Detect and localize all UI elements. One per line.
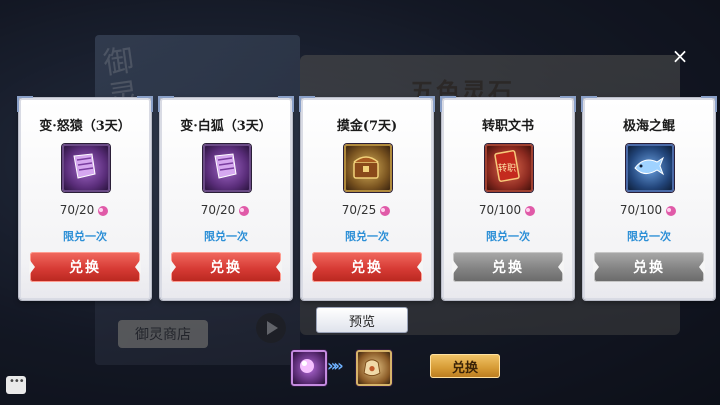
card-title: 转职文书 [481, 119, 534, 134]
exchange-button[interactable]: 兑换 [311, 252, 423, 282]
gem-icon [380, 205, 391, 216]
card-count: 70/100 [585, 203, 713, 217]
exchange-card-nuyuan: 变·怒猿（3天） 70/20 限兑一次 兑换 [17, 96, 153, 300]
gem-icon [666, 205, 677, 216]
close-button[interactable]: × [668, 44, 692, 68]
exchange-card-jihaizhikun: 极海之鲲 70/100 限兑一次 兑换 [581, 96, 717, 300]
job-change-document-icon[interactable]: 转职 [485, 144, 533, 192]
limit-text: 限兑一次 [486, 230, 530, 243]
pouch-icon[interactable] [356, 350, 392, 386]
card-title: 变·怒猿（3天） [39, 119, 131, 134]
chat-icon[interactable] [6, 376, 26, 394]
exchange-card-baihu: 变·白狐（3天） 70/20 限兑一次 兑换 [158, 96, 294, 300]
arrow-right-icon: »» [327, 356, 344, 375]
exchange-card-zhuanzhi: 转职文书 转职 70/100 限兑一次 兑换 [440, 96, 576, 300]
card-count: 70/100 [444, 203, 572, 217]
gem-icon [239, 205, 250, 216]
svg-text:转职: 转职 [498, 162, 516, 174]
limit-text: 限兑一次 [345, 230, 389, 243]
card-count: 70/25 [303, 203, 431, 217]
preview-button[interactable]: 预览 [316, 307, 408, 333]
sea-whale-icon[interactable] [626, 144, 674, 192]
treasure-chest-icon[interactable] [344, 144, 392, 192]
exchange-button[interactable]: 兑换 [29, 252, 141, 282]
spirit-stone-icon[interactable] [291, 350, 327, 386]
exchange-button-disabled[interactable]: 兑换 [593, 252, 705, 282]
scroll-purple-icon[interactable] [203, 144, 251, 192]
gem-icon [525, 205, 536, 216]
limit-text: 限兑一次 [63, 230, 107, 243]
gem-icon [98, 205, 109, 216]
scroll-purple-icon[interactable] [62, 144, 110, 192]
exchange-button[interactable]: 兑换 [170, 252, 282, 282]
card-count: 70/20 [21, 203, 149, 217]
limit-text: 限兑一次 [627, 230, 671, 243]
card-title: 变·白狐（3天） [180, 119, 272, 134]
exchange-card-mojin: 摸金(7天) 70/25 限兑一次 兑换 [299, 96, 435, 300]
card-title: 摸金(7天) [336, 119, 398, 134]
card-count: 70/20 [162, 203, 290, 217]
exchange-button-disabled[interactable]: 兑换 [452, 252, 564, 282]
limit-text: 限兑一次 [204, 230, 248, 243]
bottom-exchange-button[interactable]: 兑换 [430, 354, 500, 378]
card-title: 极海之鲲 [622, 119, 675, 134]
